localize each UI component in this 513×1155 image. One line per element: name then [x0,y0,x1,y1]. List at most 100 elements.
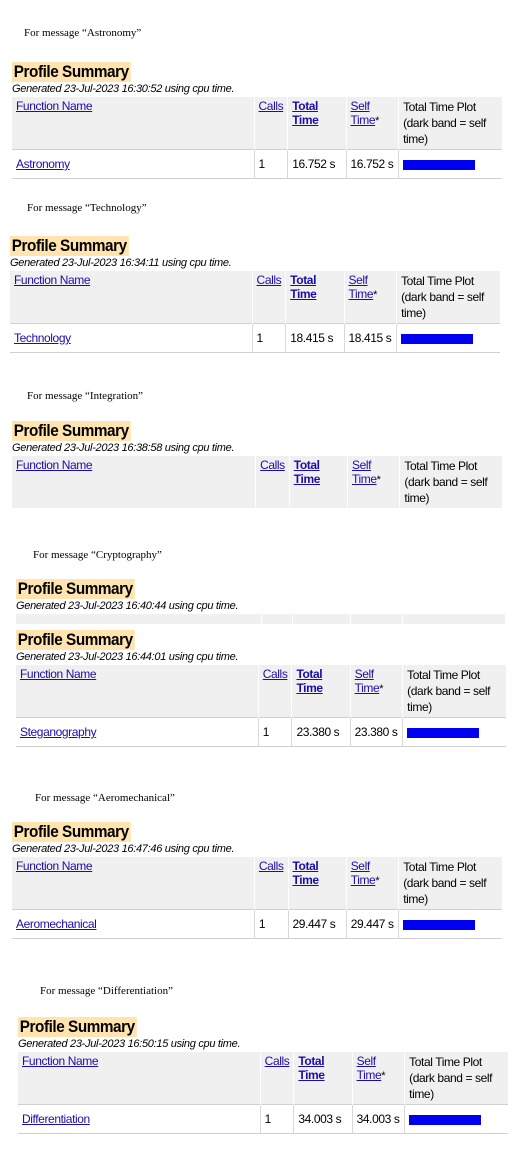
section-caption: For message “Integration” [27,390,144,402]
self-time-header-link[interactable]: Self Time [351,859,376,887]
calls-header-link[interactable]: Calls [260,458,285,472]
profile-table: Function Name Calls Total Time Self Time… [12,456,502,508]
time-plot-bar [409,1114,482,1125]
section-caption: For message “Astronomy” [24,27,142,39]
self-time-value: 34.003 s [352,1104,406,1134]
profile-summary: Profile Summary Generated 23-Jul-2023 16… [12,62,502,179]
self-time-header-link[interactable]: Self Time [349,273,374,301]
total-time-value: 29.447 s [288,909,347,939]
function-name-header-link[interactable]: Function Name [20,667,97,681]
profile-summary: Profile Summary Generated 23-Jul-2023 16… [10,236,500,353]
plot-header-line2: (dark band = self time) [404,475,488,505]
generated-line: Generated 23-Jul-2023 16:44:01 using cpu… [16,651,239,663]
table-header: Function Name Calls Total Time Self Time… [12,456,502,508]
calls-value: 1 [260,1104,295,1134]
asterisk: * [381,1070,386,1082]
function-link[interactable]: Technology [14,331,71,345]
asterisk: * [373,289,378,301]
plot-header-line2: (dark band = self time) [407,684,491,714]
self-time-header-link[interactable]: Self Time [351,99,376,127]
asterisk: * [375,115,380,127]
profile-summary: Profile Summary Generated 23-Jul-2023 16… [12,822,502,939]
function-link[interactable]: Differentiation [22,1112,90,1126]
generated-line: Generated 23-Jul-2023 16:47:46 using cpu… [12,843,235,855]
calls-value: 1 [254,909,289,939]
calls-header-link[interactable]: Calls [265,1054,290,1068]
profile-table: Function Name Calls Total Time Self Time… [12,97,502,179]
plot-header-line1: Total Time Plot [403,860,476,874]
function-link[interactable]: Astronomy [16,157,70,171]
self-time-header-link[interactable]: Self Time [352,458,377,486]
function-name-header-link[interactable]: Function Name [16,859,93,873]
table-header: Function Name Calls Total Time Self Time… [16,665,506,718]
self-time-value: 16.752 s [346,149,400,179]
profile-summary: Profile Summary Generated 23-Jul-2023 16… [16,579,507,624]
generated-line: Generated 23-Jul-2023 16:38:58 using cpu… [12,442,235,454]
calls-value: 1 [252,323,287,353]
total-time-header-link[interactable]: Total Time [298,1054,325,1082]
total-time-header-link[interactable]: Total Time [292,99,319,127]
total-time-value: 23.380 s [291,717,351,747]
section-caption: For message “Cryptography” [33,549,162,561]
calls-header-link[interactable]: Calls [259,859,284,873]
plot-header-line2: (dark band = self time) [403,876,487,906]
generated-line: Generated 23-Jul-2023 16:34:11 using cpu… [10,257,232,269]
total-time-header-link[interactable]: Total Time [296,667,323,695]
calls-header-link[interactable]: Calls [259,99,284,113]
asterisk: * [376,474,381,486]
total-time-value: 16.752 s [287,149,347,179]
asterisk: * [375,875,380,887]
profile-summary-title: Profile Summary [12,421,131,441]
total-time-header-link[interactable]: Total Time [290,273,317,301]
asterisk: * [379,683,384,695]
section-caption: For message “Differentiation” [40,985,173,997]
plot-header-line1: Total Time Plot [401,274,474,288]
table-row: Astronomy 1 16.752 s 16.752 s [12,149,502,179]
calls-header-link[interactable]: Calls [263,667,288,681]
self-time-value: 29.447 s [346,909,400,939]
function-name-header-link[interactable]: Function Name [22,1054,99,1068]
plot-header-line1: Total Time Plot [404,459,478,473]
time-plot-bar [403,919,476,930]
profile-summary-title: Profile Summary [18,1017,137,1037]
function-name-header-link[interactable]: Function Name [16,99,93,113]
total-time-header-link[interactable]: Total Time [293,859,320,887]
generated-line: Generated 23-Jul-2023 16:30:52 using cpu… [12,83,235,95]
function-link[interactable]: Steganography [20,725,97,739]
self-time-header-link[interactable]: Self Time [357,1054,382,1082]
profile-summary-title: Profile Summary [16,630,135,650]
section-caption: For message “Technology” [27,202,147,214]
time-plot-bar [407,727,480,738]
profile-summary: Profile Summary Generated 23-Jul-2023 16… [16,630,506,747]
profile-summary: Profile Summary Generated 23-Jul-2023 16… [18,1017,508,1134]
table-header: Function Name Calls Total Time Self Time… [10,271,500,324]
plot-header-line1: Total Time Plot [403,100,476,114]
time-plot-bar [403,159,476,170]
plot-header-line1: Total Time Plot [409,1055,482,1069]
calls-header-link[interactable]: Calls [257,273,282,287]
total-time-header-link[interactable]: Total Time [294,458,321,486]
section-caption: For message “Aeromechanical” [35,792,175,804]
self-time-header-link[interactable]: Self Time [355,667,380,695]
total-time-value: 18.415 s [285,323,345,353]
profile-table: Function Name Calls Total Time Self Time… [18,1052,508,1134]
profile-summary-title: Profile Summary [12,62,131,82]
profile-table-partial [16,614,507,624]
total-time-value: 34.003 s [293,1104,353,1134]
function-name-header-link[interactable]: Function Name [16,458,93,472]
table-row: Technology 1 18.415 s 18.415 s [10,323,500,353]
profile-summary-title: Profile Summary [10,236,129,256]
function-name-header-link[interactable]: Function Name [14,273,91,287]
function-link[interactable]: Aeromechanical [16,917,97,931]
self-time-value: 23.380 s [350,717,404,747]
profile-table: Function Name Calls Total Time Self Time… [16,665,506,747]
plot-header-line2: (dark band = self time) [409,1071,493,1101]
profile-summary: Profile Summary Generated 23-Jul-2023 16… [12,421,502,508]
profile-table: Function Name Calls Total Time Self Time… [10,271,500,353]
calls-value: 1 [258,717,293,747]
table-row: Steganography 1 23.380 s 23.380 s [16,717,506,747]
calls-value: 1 [254,149,289,179]
profile-summary-title: Profile Summary [16,579,135,599]
table-header: Function Name Calls Total Time Self Time… [12,97,502,150]
table-row: Differentiation 1 34.003 s 34.003 s [18,1104,508,1134]
